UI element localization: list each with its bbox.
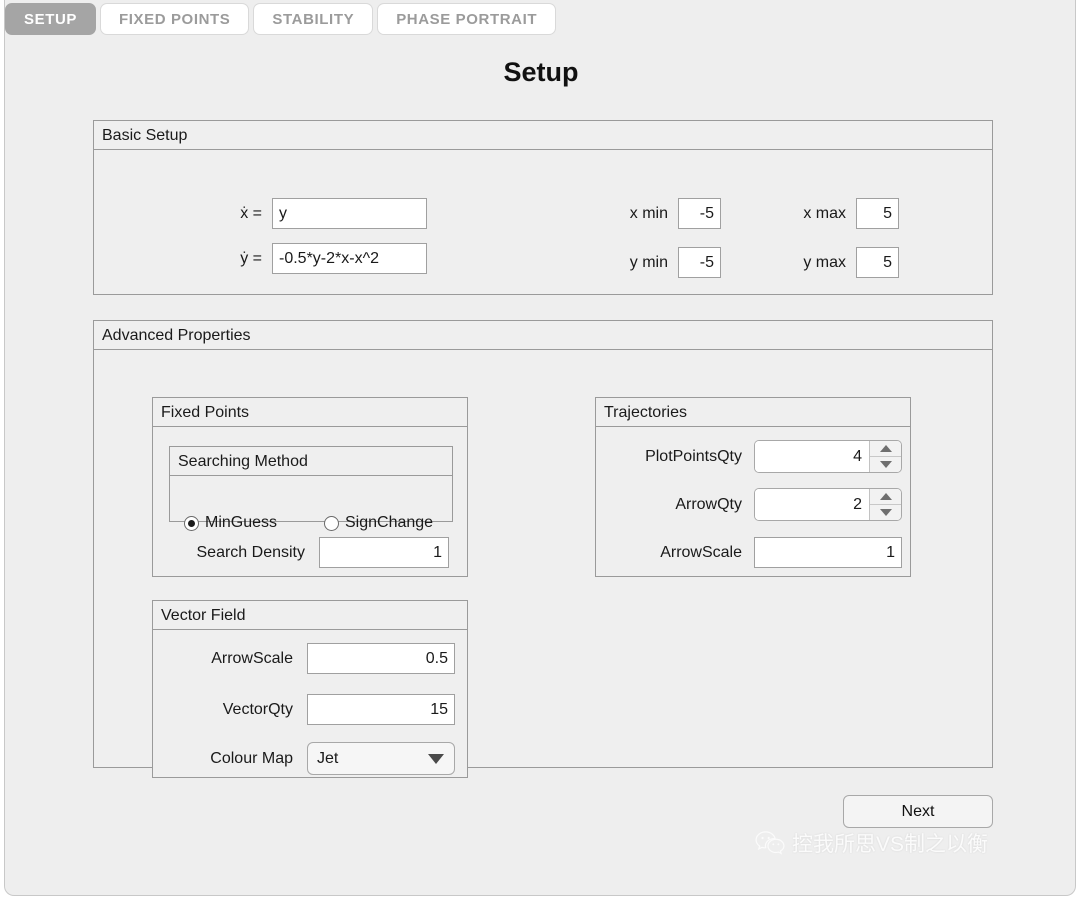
vector-field-title: Vector Field [153,601,467,630]
vf-vector-qty-label: VectorQty [165,701,293,719]
basic-setup-panel: Basic Setup ẋ = y ẏ = -0.5*y-2*x-x^2 x m… [93,120,993,295]
wechat-icon [755,830,785,856]
radio-minguess[interactable]: MinGuess [184,514,324,532]
xdot-label: ẋ = [212,205,262,223]
arrow-qty-input[interactable]: 2 [755,489,870,520]
x-max-input[interactable]: 5 [856,198,899,229]
plot-points-qty-input[interactable]: 4 [755,441,870,472]
traj-arrow-scale-row: ArrowScale 1 [602,537,902,568]
tab-fixed-points[interactable]: FIXED POINTS [100,3,249,35]
vf-vector-qty-input[interactable]: 15 [307,694,455,725]
x-max-row: x max 5 [780,198,899,229]
tab-bar: SETUP FIXED POINTS STABILITY PHASE PORTR… [5,3,556,35]
colour-map-dropdown[interactable]: Jet [307,742,455,775]
tab-stability[interactable]: STABILITY [253,3,373,35]
trajectories-panel: Trajectories PlotPointsQty 4 [595,397,911,577]
xdot-row: ẋ = y [212,198,427,229]
fixed-points-title: Fixed Points [153,398,467,427]
watermark-text: 控我所思VS制之以衡 [792,828,988,858]
plot-points-qty-label: PlotPointsQty [602,448,742,466]
arrow-qty-label: ArrowQty [602,496,742,514]
vf-arrow-scale-row: ArrowScale 0.5 [165,643,455,674]
vf-vector-qty-row: VectorQty 15 [165,694,455,725]
plot-points-qty-increment-button[interactable] [870,441,901,457]
x-min-input[interactable]: -5 [678,198,721,229]
trajectories-title: Trajectories [596,398,910,427]
plot-points-qty-decrement-button[interactable] [870,457,901,472]
advanced-properties-panel: Advanced Properties Fixed Points Searchi… [93,320,993,768]
caret-down-icon [880,461,892,468]
plot-points-qty-buttons [870,441,901,472]
search-density-row: Search Density 1 [165,537,449,568]
fixed-points-panel: Fixed Points Searching Method MinGuess [152,397,468,577]
traj-arrow-scale-label: ArrowScale [602,544,742,562]
ydot-row: ẏ = -0.5*y-2*x-x^2 [212,243,427,274]
advanced-properties-title: Advanced Properties [94,321,992,350]
advanced-properties-body: Fixed Points Searching Method MinGuess [94,350,992,767]
vf-arrow-scale-input[interactable]: 0.5 [307,643,455,674]
tab-phase-portrait-label: PHASE PORTRAIT [396,11,537,28]
y-min-label: y min [604,254,668,272]
fixed-points-body: Searching Method MinGuess SignChange [153,427,467,576]
y-max-label: y max [780,254,846,272]
arrow-qty-increment-button[interactable] [870,489,901,505]
x-min-label: x min [604,205,668,223]
arrow-qty-buttons [870,489,901,520]
y-max-input[interactable]: 5 [856,247,899,278]
y-min-row: y min -5 [604,247,721,278]
arrow-qty-row: ArrowQty 2 [602,488,902,521]
vector-field-body: ArrowScale 0.5 VectorQty 15 Colour Map J… [153,630,467,777]
y-max-row: y max 5 [780,247,899,278]
radio-unselected-icon [324,516,339,531]
plot-points-qty-row: PlotPointsQty 4 [602,440,902,473]
chevron-down-icon [428,754,444,764]
next-button[interactable]: Next [843,795,993,828]
arrow-qty-decrement-button[interactable] [870,505,901,520]
radio-selected-icon [184,516,199,531]
searching-method-panel: Searching Method MinGuess SignChange [169,446,453,522]
tab-fixed-points-label: FIXED POINTS [119,11,230,28]
app-window: SETUP FIXED POINTS STABILITY PHASE PORTR… [4,0,1076,896]
searching-method-title: Searching Method [170,447,452,476]
radio-signchange[interactable]: SignChange [324,514,433,532]
ydot-label: ẏ = [212,250,262,268]
tab-setup-label: SETUP [24,11,77,28]
y-min-input[interactable]: -5 [678,247,721,278]
vf-arrow-scale-label: ArrowScale [165,650,293,668]
search-density-label: Search Density [165,544,305,562]
searching-method-body: MinGuess SignChange [170,476,452,521]
search-density-input[interactable]: 1 [319,537,449,568]
radio-signchange-label: SignChange [345,514,433,532]
plot-points-qty-stepper[interactable]: 4 [754,440,902,473]
watermark: 控我所思VS制之以衡 [755,828,988,858]
arrow-qty-stepper[interactable]: 2 [754,488,902,521]
basic-setup-title: Basic Setup [94,121,992,150]
traj-arrow-scale-input[interactable]: 1 [754,537,902,568]
caret-up-icon [880,493,892,500]
trajectories-body: PlotPointsQty 4 ArrowQty 2 [596,427,910,576]
colour-map-value: Jet [317,750,338,768]
xdot-input[interactable]: y [272,198,427,229]
tab-stability-label: STABILITY [272,11,354,28]
searching-method-options: MinGuess SignChange [184,514,442,532]
caret-down-icon [880,509,892,516]
radio-minguess-label: MinGuess [205,514,277,532]
x-max-label: x max [780,205,846,223]
tab-setup[interactable]: SETUP [5,3,96,35]
vf-colour-map-label: Colour Map [165,750,293,768]
page-title: Setup [5,57,1077,88]
ydot-input[interactable]: -0.5*y-2*x-x^2 [272,243,427,274]
vector-field-panel: Vector Field ArrowScale 0.5 VectorQty 15… [152,600,468,778]
next-button-label: Next [902,803,935,821]
basic-setup-body: ẋ = y ẏ = -0.5*y-2*x-x^2 x min -5 x max … [94,150,992,294]
vf-colour-map-row: Colour Map Jet [165,742,455,775]
tab-phase-portrait[interactable]: PHASE PORTRAIT [377,3,556,35]
x-min-row: x min -5 [604,198,721,229]
caret-up-icon [880,445,892,452]
